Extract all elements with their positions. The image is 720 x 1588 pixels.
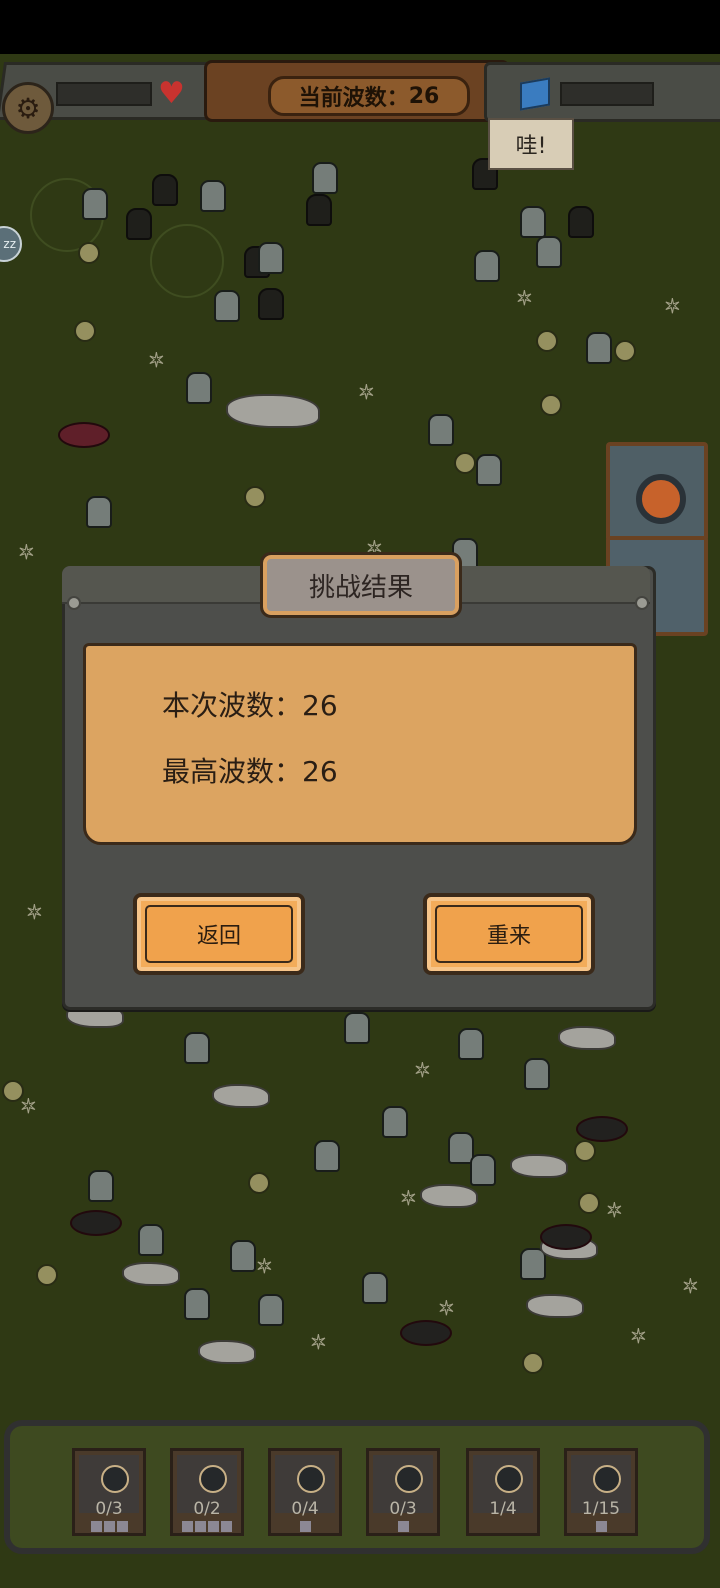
cannon-tower[interactable] — [606, 442, 708, 542]
result-panel: 本次波数：26 最高波数：26 — [83, 643, 637, 845]
level-dot — [595, 1521, 607, 1532]
challenge-result-dialog: 挑战结果 本次波数：26 最高波数：26 返回 重来 — [62, 552, 656, 1010]
unit-count: 0/4 — [291, 1499, 319, 1519]
level-dot — [299, 1521, 311, 1532]
unit-count: 0/3 — [389, 1499, 417, 1519]
unit-count: 0/2 — [193, 1499, 221, 1519]
settings-gear-icon[interactable]: ⚙ — [2, 82, 54, 134]
unit-slot-6[interactable]: 1/15 — [564, 1448, 638, 1536]
best-wave-row: 最高波数：26 — [162, 750, 338, 790]
health-bar — [56, 82, 152, 106]
unit-slot-5[interactable]: 1/4 — [466, 1448, 540, 1536]
rivet-icon — [635, 596, 649, 610]
level-dot — [195, 1521, 206, 1532]
wave-label: 当前波数 — [298, 86, 387, 111]
unit-5-icon — [495, 1465, 523, 1493]
wave-value: 26 — [408, 83, 440, 109]
unit-count: 0/3 — [95, 1499, 123, 1519]
cannon-core-icon — [636, 474, 686, 524]
wave-colon: ： — [386, 86, 409, 111]
unit-count: 1/4 — [489, 1499, 517, 1519]
level-dot — [182, 1521, 193, 1532]
unit-2-icon — [199, 1465, 227, 1493]
best-wave-label: 最高波数 — [162, 755, 275, 788]
dialog-title: 挑战结果 — [260, 552, 462, 618]
unit-slot-2[interactable]: 0/2 — [170, 1448, 244, 1536]
best-wave-colon: ： — [274, 755, 303, 788]
unit-level-dots — [173, 1521, 241, 1532]
current-wave-indicator: 当前波数： 26 — [268, 76, 470, 116]
current-wave-row: 本次波数：26 — [162, 684, 338, 724]
rivet-icon — [67, 596, 81, 610]
retry-button-label: 重来 — [486, 924, 531, 949]
unit-count: 1/15 — [581, 1499, 621, 1519]
best-wave-value: 26 — [302, 755, 338, 788]
current-wave-colon: ： — [274, 689, 303, 722]
unit-slot-1[interactable]: 0/3 — [72, 1448, 146, 1536]
unit-level-dots — [369, 1521, 437, 1532]
unit-level-dots — [75, 1521, 143, 1532]
heart-icon: ♥ — [158, 76, 185, 111]
back-button[interactable]: 返回 — [133, 893, 305, 975]
level-dot — [208, 1521, 219, 1532]
unit-1-icon — [101, 1465, 129, 1493]
level-dot — [116, 1521, 128, 1532]
speech-bubble: 哇! — [488, 118, 574, 170]
unit-level-dots — [271, 1521, 339, 1532]
unit-slot-3[interactable]: 0/4 — [268, 1448, 342, 1536]
unit-3-icon — [297, 1465, 325, 1493]
status-bar — [0, 0, 720, 54]
resource-bar — [560, 82, 654, 106]
unit-4-icon — [395, 1465, 423, 1493]
current-wave-label: 本次波数 — [162, 689, 275, 722]
level-dot — [221, 1521, 232, 1532]
unit-level-dots — [567, 1521, 635, 1532]
level-dot — [103, 1521, 115, 1532]
back-button-label: 返回 — [196, 924, 241, 949]
level-dot — [90, 1521, 102, 1532]
unit-6-icon — [593, 1465, 621, 1493]
unit-slot-4[interactable]: 0/3 — [366, 1448, 440, 1536]
retry-button[interactable]: 重来 — [423, 893, 595, 975]
current-wave-value: 26 — [302, 689, 338, 722]
level-dot — [397, 1521, 409, 1532]
gem-cube-icon — [520, 77, 550, 111]
